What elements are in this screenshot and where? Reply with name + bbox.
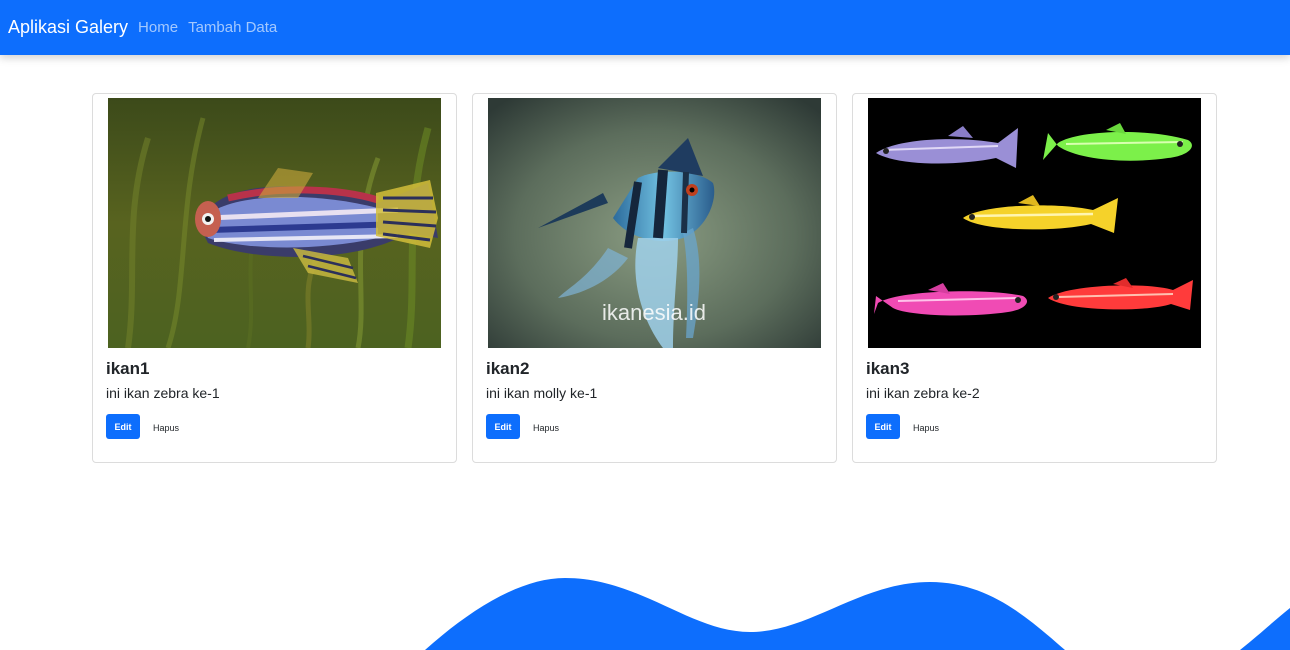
- decorative-wave: [425, 578, 1290, 650]
